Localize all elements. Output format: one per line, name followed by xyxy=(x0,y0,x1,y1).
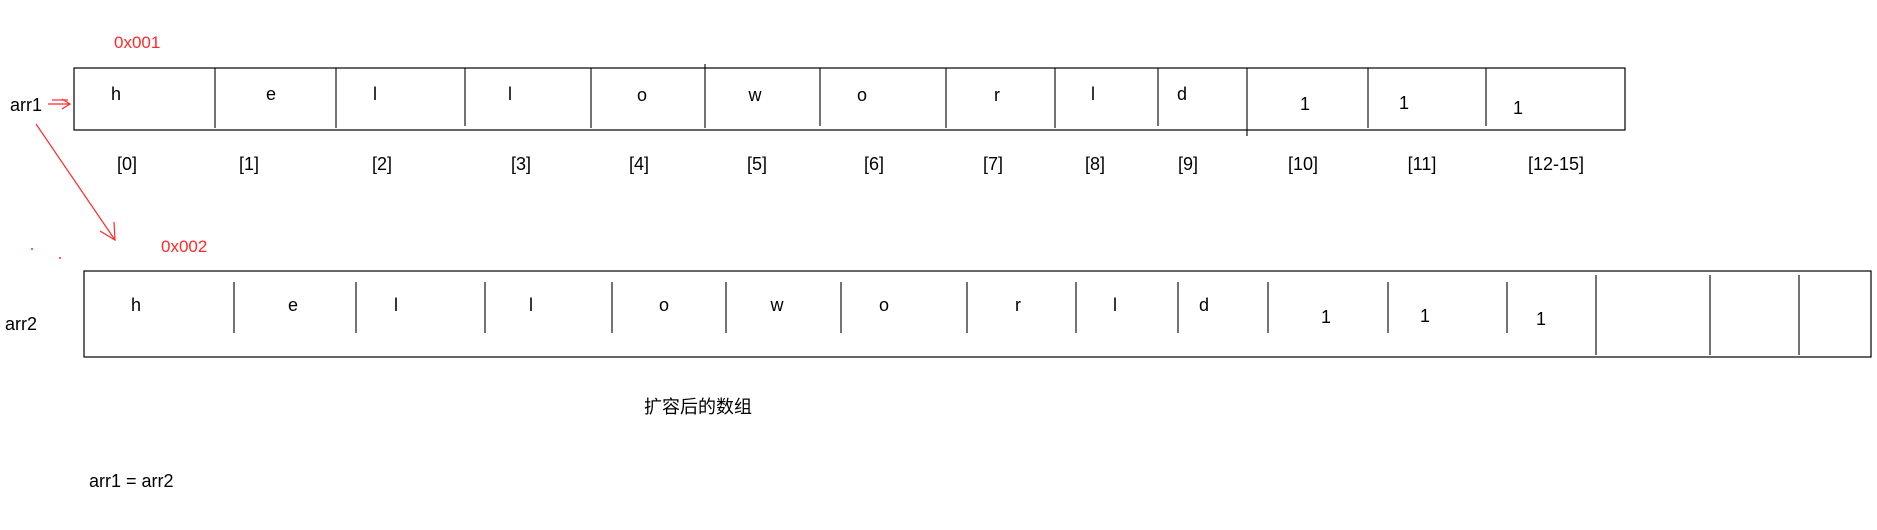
arr2-cell-value: e xyxy=(288,295,298,315)
arr1-index-label: [3] xyxy=(511,154,531,174)
arr1-cell-value: o xyxy=(637,85,647,105)
arr2-cell-value: d xyxy=(1199,295,1209,315)
arr2-cell-value: l xyxy=(529,295,533,315)
arr2-cell-value: h xyxy=(131,295,141,315)
arr2-cell-values: h e l l o w o r l d 1 1 1 xyxy=(131,295,1546,329)
arr2-cell-value: w xyxy=(770,295,785,315)
arr2-box xyxy=(83,270,1872,358)
arr1-cell-value: w xyxy=(748,85,763,105)
arr1-cell-value: 1 xyxy=(1399,93,1409,113)
arr1-box xyxy=(73,67,1626,131)
arr1-address-label: 0x001 xyxy=(114,33,160,52)
arr2-variable-label: arr2 xyxy=(5,314,37,334)
arr1-index-label: [1] xyxy=(239,154,259,174)
reference-arrow xyxy=(35,123,116,242)
arr1-index-label: [12-15] xyxy=(1528,154,1584,174)
arr2-address-label: 0x002 xyxy=(161,237,207,256)
arr1-index-labels: [0] [1] [2] [3] [4] [5] [6] [7] [8] [9] [10] [11] [1… xyxy=(117,154,1584,174)
arr2-cell-value: l xyxy=(394,295,398,315)
arr1-cell-value: 1 xyxy=(1513,98,1523,118)
arr1-cell-values: h e l l o w o r l d 1 1 1 xyxy=(111,84,1523,118)
arr1-index-label: [7] xyxy=(983,154,1003,174)
arr2-cell-value: 1 xyxy=(1536,309,1546,329)
arr1-index-label: [0] xyxy=(117,154,137,174)
arr2-cell-value: o xyxy=(659,295,669,315)
arr1-cell-value: l xyxy=(373,84,377,104)
arr1-array: h e l l o w o r l d 1 1 1 [0] [1] [2] [3] [4] [5] [6] [7] [8… xyxy=(73,64,1626,174)
arr2-cell-value: o xyxy=(879,295,889,315)
arr1-index-label: [8] xyxy=(1085,154,1105,174)
arr2-array: h e l l o w o r l d 1 1 1 xyxy=(83,270,1872,358)
arr2-cell-value: l xyxy=(1113,295,1117,315)
arr1-variable-label: arr1 xyxy=(10,95,42,115)
arr1-cell-value: e xyxy=(266,84,276,104)
arr1-index-label: [5] xyxy=(747,154,767,174)
arr1-index-label: [10] xyxy=(1288,154,1318,174)
arr2-cell-value: r xyxy=(1015,295,1021,315)
array-expansion-diagram: h e l l o w o r l d 1 1 1 [0] [1] [2] [3] [4] [5] [6] [7] [8… xyxy=(5,33,1872,491)
arr1-cell-value: r xyxy=(994,85,1000,105)
arr1-index-label: [11] xyxy=(1408,154,1437,174)
arr1-cell-value: h xyxy=(111,84,121,104)
arr1-cell-value: o xyxy=(857,85,867,105)
expanded-array-caption: 扩容后的数组 xyxy=(644,397,752,417)
arr1-cell-value: d xyxy=(1177,84,1187,104)
arr1-pointer-arrow xyxy=(48,98,72,110)
arr1-index-label: [9] xyxy=(1178,154,1198,174)
arr2-cell-value: 1 xyxy=(1420,306,1430,326)
arr1-cell-value: 1 xyxy=(1300,94,1310,114)
arr1-cell-value: l xyxy=(1091,84,1095,104)
assignment-statement: arr1 = arr2 xyxy=(89,471,174,491)
arr2-cell-dividers xyxy=(233,275,1800,355)
arr1-cell-dividers xyxy=(214,64,1487,136)
arr2-cell-value: 1 xyxy=(1321,307,1331,327)
stray-marks xyxy=(31,248,61,259)
arr1-index-label: [6] xyxy=(864,154,884,174)
arr1-index-label: [4] xyxy=(629,154,649,174)
arr1-cell-value: l xyxy=(508,84,512,104)
arr1-index-label: [2] xyxy=(372,154,392,174)
